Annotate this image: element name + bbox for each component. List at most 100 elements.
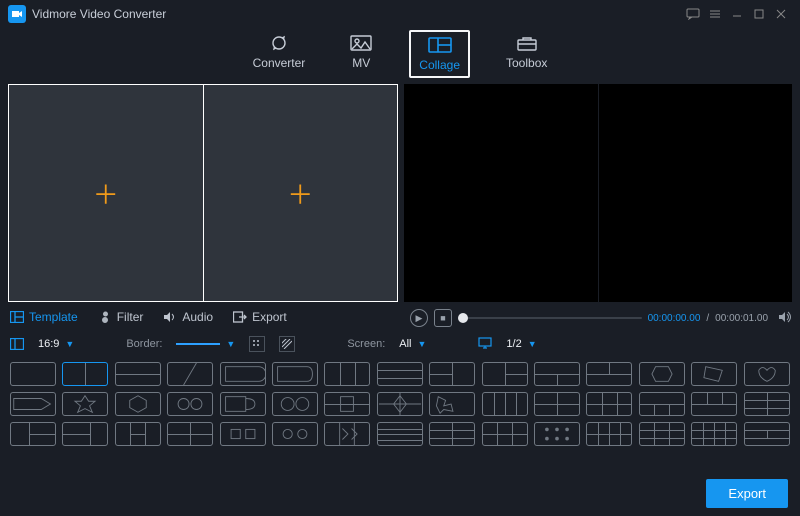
page-value: 1/2 xyxy=(506,338,521,350)
border-pattern-button[interactable] xyxy=(249,336,265,352)
template-item[interactable] xyxy=(482,422,528,446)
template-item[interactable] xyxy=(115,422,161,446)
template-item[interactable] xyxy=(691,362,737,386)
export-button[interactable]: Export xyxy=(706,479,788,508)
app-title: Vidmore Video Converter xyxy=(32,7,682,21)
caret-icon: ▼ xyxy=(226,339,235,349)
template-item[interactable] xyxy=(482,392,528,416)
toolbox-icon xyxy=(515,34,539,52)
subtab-audio[interactable]: Audio xyxy=(163,310,213,324)
menu-icon[interactable] xyxy=(704,3,726,25)
template-item[interactable] xyxy=(691,392,737,416)
border-hatch-button[interactable] xyxy=(279,336,295,352)
screen-value: All xyxy=(399,338,411,350)
title-bar: Vidmore Video Converter xyxy=(0,0,800,28)
template-item[interactable] xyxy=(272,422,318,446)
template-item[interactable] xyxy=(429,392,475,416)
template-item[interactable] xyxy=(220,362,266,386)
seek-bar[interactable] xyxy=(458,317,642,319)
aspect-dropdown[interactable]: 16:9▼ xyxy=(38,338,74,350)
template-grid xyxy=(0,358,800,450)
tab-label: Converter xyxy=(253,56,306,70)
collage-cell[interactable]: ＋ xyxy=(9,85,203,301)
template-item[interactable] xyxy=(744,422,790,446)
template-item[interactable] xyxy=(691,422,737,446)
preview-pane xyxy=(404,84,792,302)
minimize-icon[interactable] xyxy=(726,3,748,25)
export-icon xyxy=(233,310,247,324)
template-item[interactable] xyxy=(115,362,161,386)
template-item[interactable] xyxy=(62,362,108,386)
template-item[interactable] xyxy=(377,422,423,446)
template-item[interactable] xyxy=(272,362,318,386)
template-item[interactable] xyxy=(482,362,528,386)
template-item[interactable] xyxy=(167,392,213,416)
play-button[interactable]: ▶ xyxy=(410,309,428,327)
template-item[interactable] xyxy=(62,392,108,416)
template-item[interactable] xyxy=(324,422,370,446)
template-item[interactable] xyxy=(534,392,580,416)
screen-dropdown[interactable]: All▼ xyxy=(399,338,426,350)
template-item[interactable] xyxy=(586,362,632,386)
subtab-template[interactable]: Template xyxy=(10,310,78,324)
caret-icon: ▼ xyxy=(528,339,537,349)
template-item[interactable] xyxy=(639,392,685,416)
template-item[interactable] xyxy=(167,422,213,446)
template-item[interactable] xyxy=(10,392,56,416)
template-item[interactable] xyxy=(62,422,108,446)
template-item[interactable] xyxy=(586,422,632,446)
tab-label: Toolbox xyxy=(506,56,547,70)
transport-bar: ▶ ■ 00:00:00.00/00:00:01.00 xyxy=(402,302,800,328)
template-item[interactable] xyxy=(167,362,213,386)
subtab-filter[interactable]: Filter xyxy=(98,310,144,324)
close-icon[interactable] xyxy=(770,3,792,25)
plus-icon: ＋ xyxy=(287,175,313,212)
template-item[interactable] xyxy=(324,392,370,416)
tab-converter[interactable]: Converter xyxy=(245,30,314,78)
aspect-icon[interactable] xyxy=(10,338,24,350)
template-item[interactable] xyxy=(534,422,580,446)
tab-label: Collage xyxy=(419,58,460,72)
preview-cell xyxy=(599,84,793,302)
template-item[interactable] xyxy=(429,422,475,446)
tab-label: MV xyxy=(352,56,370,70)
collage-icon xyxy=(428,36,452,54)
template-item[interactable] xyxy=(220,392,266,416)
feedback-icon[interactable] xyxy=(682,3,704,25)
template-item[interactable] xyxy=(534,362,580,386)
seek-handle[interactable] xyxy=(458,313,468,323)
subtab-label: Template xyxy=(29,310,78,324)
template-item[interactable] xyxy=(324,362,370,386)
audio-icon xyxy=(163,310,177,324)
options-bar: 16:9▼ Border: ▼ Screen: All▼ 1/2▼ xyxy=(0,330,800,358)
template-item[interactable] xyxy=(586,392,632,416)
template-item[interactable] xyxy=(377,392,423,416)
tab-toolbox[interactable]: Toolbox xyxy=(498,30,555,78)
template-item[interactable] xyxy=(639,362,685,386)
template-item[interactable] xyxy=(377,362,423,386)
template-item[interactable] xyxy=(639,422,685,446)
preview-canvas xyxy=(404,84,792,302)
template-item[interactable] xyxy=(220,422,266,446)
template-item[interactable] xyxy=(744,392,790,416)
page-dropdown[interactable]: 1/2 ▼ xyxy=(506,338,536,350)
template-item[interactable] xyxy=(10,362,56,386)
template-item[interactable] xyxy=(744,362,790,386)
volume-icon[interactable] xyxy=(778,311,792,326)
time-duration: 00:00:01.00 xyxy=(715,313,768,324)
maximize-icon[interactable] xyxy=(748,3,770,25)
caret-icon: ▼ xyxy=(65,339,74,349)
subtab-export[interactable]: Export xyxy=(233,310,287,324)
template-item[interactable] xyxy=(429,362,475,386)
template-item[interactable] xyxy=(272,392,318,416)
tab-collage[interactable]: Collage xyxy=(409,30,470,78)
collage-canvas: ＋ ＋ xyxy=(8,84,398,302)
template-item[interactable] xyxy=(10,422,56,446)
template-item[interactable] xyxy=(115,392,161,416)
time-current: 00:00:00.00 xyxy=(648,313,701,324)
border-style-dropdown[interactable]: ▼ xyxy=(176,339,235,349)
plus-icon: ＋ xyxy=(93,175,119,212)
tab-mv[interactable]: MV xyxy=(341,30,381,78)
stop-button[interactable]: ■ xyxy=(434,309,452,327)
collage-cell[interactable]: ＋ xyxy=(203,85,398,301)
